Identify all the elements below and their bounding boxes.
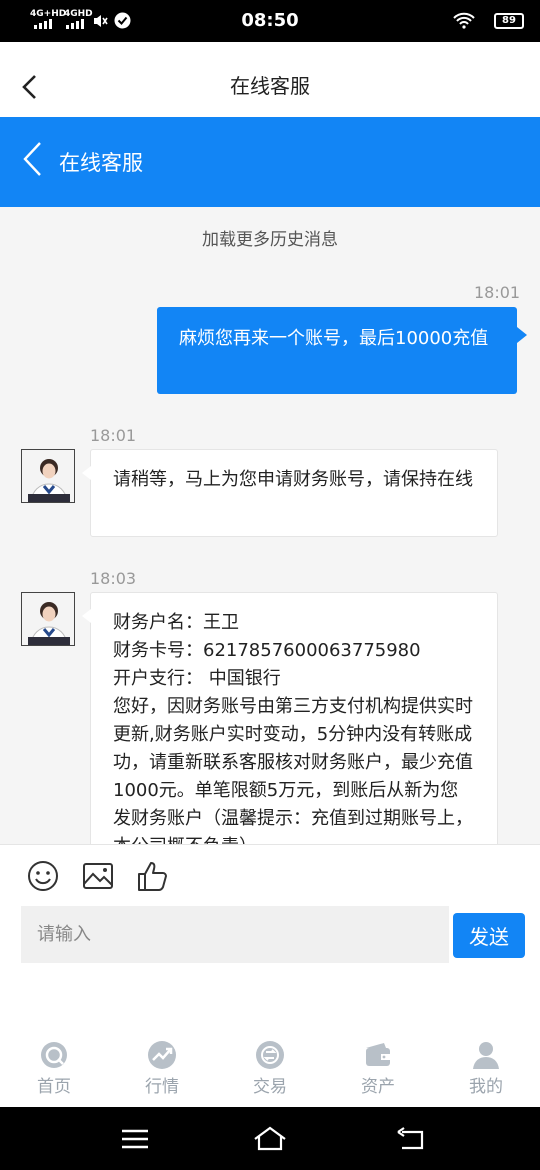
spacer bbox=[0, 979, 540, 1029]
page-title: 在线客服 bbox=[230, 74, 310, 98]
home-icon bbox=[41, 1042, 67, 1068]
tab-profile[interactable]: 我的 bbox=[432, 1029, 540, 1107]
system-navigation-bar bbox=[0, 1107, 540, 1170]
menu-icon[interactable] bbox=[117, 1123, 153, 1155]
agent-avatar[interactable] bbox=[21, 592, 75, 646]
image-icon[interactable] bbox=[81, 859, 115, 893]
emoji-icon[interactable] bbox=[26, 859, 60, 893]
account-name-line: 财务户名：王卫 bbox=[113, 612, 239, 633]
message-time: 18:03 bbox=[90, 569, 137, 588]
status-bar: 4G+HD 4GHD 08:50 89 bbox=[0, 0, 540, 42]
account-number-line: 财务卡号：6217857600063775980 bbox=[113, 640, 421, 661]
wallet-icon bbox=[366, 1043, 390, 1066]
chat-area[interactable]: 加载更多历史消息 18:01 麻烦您再来一个账号，最后10000充值 18:01… bbox=[0, 207, 540, 844]
received-message-bubble: 财务户名：王卫 财务卡号：6217857600063775980 开户支行： 中… bbox=[82, 592, 498, 844]
message-composer: 发送 bbox=[0, 844, 540, 979]
tab-label: 交易 bbox=[253, 1077, 287, 1097]
tab-market[interactable]: 行情 bbox=[108, 1029, 216, 1107]
load-more-history-link[interactable]: 加载更多历史消息 bbox=[0, 225, 540, 250]
home-button-icon[interactable] bbox=[252, 1123, 288, 1155]
notice-text: 您好，因财务账号由第三方支付机构提供实时更新,财务账户实时变动，5分钟内没有转账… bbox=[113, 696, 473, 844]
sent-message-bubble: 麻烦您再来一个账号，最后10000充值 bbox=[157, 307, 527, 394]
agent-avatar[interactable] bbox=[21, 449, 75, 503]
tab-assets[interactable]: 资产 bbox=[324, 1029, 432, 1107]
send-button[interactable]: 发送 bbox=[453, 913, 525, 958]
chat-back-icon[interactable] bbox=[20, 139, 46, 179]
bottom-tab-bar: 首页 行情 交易 资产 我的 bbox=[0, 1029, 540, 1107]
chat-header-title: 在线客服 bbox=[59, 151, 143, 175]
message-time: 18:01 bbox=[90, 426, 137, 445]
chat-header: 在线客服 bbox=[0, 117, 540, 207]
market-icon bbox=[148, 1041, 176, 1069]
wifi-icon bbox=[453, 12, 475, 29]
tab-label: 我的 bbox=[469, 1077, 503, 1097]
tab-home[interactable]: 首页 bbox=[0, 1029, 108, 1107]
tab-label: 行情 bbox=[145, 1077, 179, 1097]
received-message-bubble: 请稍等，马上为您申请财务账号，请保持在线 bbox=[82, 449, 498, 537]
top-navigation: 在线客服 bbox=[0, 42, 540, 117]
message-time: 18:01 bbox=[474, 283, 521, 302]
user-icon bbox=[473, 1042, 499, 1069]
back-button-icon[interactable] bbox=[394, 1123, 430, 1155]
trade-icon bbox=[256, 1041, 284, 1069]
bank-branch-line: 开户支行： 中国银行 bbox=[113, 668, 281, 689]
battery-indicator: 89 bbox=[494, 13, 524, 29]
thumbs-up-icon[interactable] bbox=[136, 859, 170, 893]
message-input[interactable] bbox=[21, 906, 449, 963]
tab-trade[interactable]: 交易 bbox=[216, 1029, 324, 1107]
tab-label: 资产 bbox=[361, 1077, 395, 1097]
tab-label: 首页 bbox=[37, 1077, 71, 1097]
